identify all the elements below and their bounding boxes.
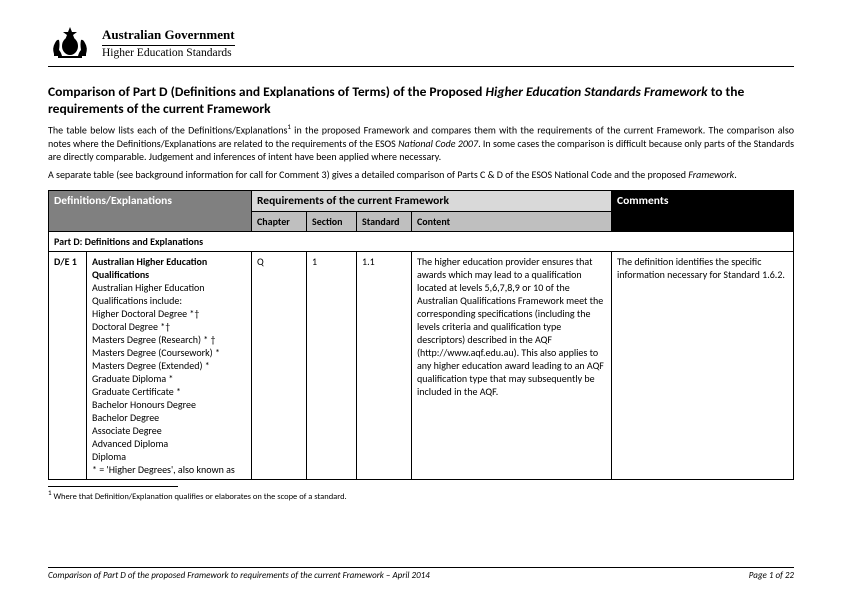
desc-lead: Australian Higher Education Qualificatio… xyxy=(92,255,207,281)
title-leading: Comparison of Part D (Definitions and Ex… xyxy=(48,83,485,100)
cell-code: D/E 1 xyxy=(49,252,87,480)
dept-line: Higher Education Standards xyxy=(102,45,235,59)
gov-line: Australian Government xyxy=(102,27,235,43)
cell-standard: 1.1 xyxy=(357,252,412,480)
intro-paragraph-1: The table below lists each of the Defini… xyxy=(48,122,794,165)
p2-a: A separate table (see background informa… xyxy=(48,168,688,181)
cell-content: The higher education provider ensures th… xyxy=(412,252,612,480)
subheader-content: Content xyxy=(412,212,612,232)
cell-description: Australian Higher Education Qualificatio… xyxy=(87,252,252,480)
header-definitions: Definitions/Explanations xyxy=(49,191,252,232)
p2-ital: Framework xyxy=(688,168,734,181)
footnote-1: 1 Where that Definition/Explanation qual… xyxy=(48,488,794,502)
cell-chapter: Q xyxy=(252,252,307,480)
table-row: D/E 1 Australian Higher Education Qualif… xyxy=(49,252,794,480)
cell-section: 1 xyxy=(307,252,357,480)
page-header: Australian Government Higher Education S… xyxy=(48,24,794,67)
part-d-row: Part D: Definitions and Explanations xyxy=(49,232,794,252)
document-title: Comparison of Part D (Definitions and Ex… xyxy=(48,83,794,118)
subheader-standard: Standard xyxy=(357,212,412,232)
footer-right: Page 1 of 22 xyxy=(749,570,794,581)
p1-a: The table below lists each of the Defini… xyxy=(48,123,287,136)
group-header-row: Definitions/Explanations Requirements of… xyxy=(49,191,794,212)
comparison-table: Definitions/Explanations Requirements of… xyxy=(48,190,794,480)
cell-comments: The definition identifies the specific i… xyxy=(612,252,794,480)
header-text: Australian Government Higher Education S… xyxy=(102,27,235,59)
header-requirements: Requirements of the current Framework xyxy=(252,191,612,212)
p2-b: . xyxy=(734,168,737,181)
page-footer: Comparison of Part D of the proposed Fra… xyxy=(48,567,794,581)
subheader-section: Section xyxy=(307,212,357,232)
footnote-rule xyxy=(48,486,178,487)
title-italic: Higher Education Standards Framework xyxy=(485,83,707,100)
intro-paragraph-2: A separate table (see background informa… xyxy=(48,168,794,182)
crest-icon xyxy=(48,24,92,62)
footnote-text: Where that Definition/Explanation qualif… xyxy=(52,492,347,502)
part-d-label: Part D: Definitions and Explanations xyxy=(49,232,794,252)
subheader-chapter: Chapter xyxy=(252,212,307,232)
desc-body: Australian Higher Education Qualificatio… xyxy=(92,281,235,476)
footer-left: Comparison of Part D of the proposed Fra… xyxy=(48,570,430,581)
p1-ital: National Code 2007 xyxy=(398,137,478,150)
header-comments: Comments xyxy=(612,191,794,232)
